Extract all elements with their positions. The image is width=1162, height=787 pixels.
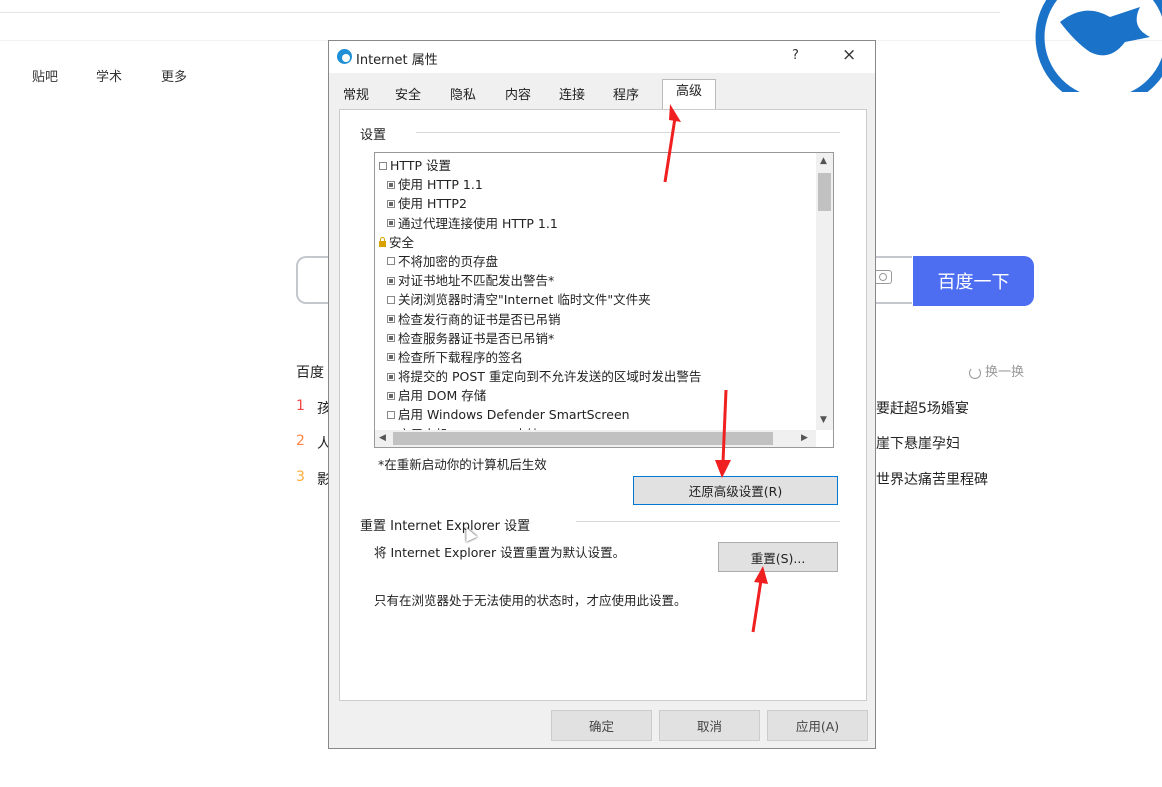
settings-item-label: 关闭浏览器时清空"Internet 临时文件"文件夹 xyxy=(398,292,651,308)
settings-item[interactable]: HTTP 设置 xyxy=(379,156,701,175)
dialog-title: Internet 属性 xyxy=(356,53,438,68)
settings-items: HTTP 设置使用 HTTP 1.1 使用 HTTP2 通过代理连接使用 HTTP … xyxy=(379,156,701,444)
scroll-right-icon[interactable]: ▶ xyxy=(801,433,808,443)
settings-item-label: 检查服务器证书是否已吊销* xyxy=(398,330,555,346)
settings-item[interactable]: 通过代理连接使用 HTTP 1.1 xyxy=(379,214,701,233)
settings-item-label: 不将加密的页存盘 xyxy=(398,253,499,269)
lock-icon xyxy=(379,237,386,248)
settings-item[interactable]: 关闭浏览器时清空"Internet 临时文件"文件夹 xyxy=(379,290,701,309)
settings-item-label: 检查发行商的证书是否已吊销 xyxy=(398,311,561,327)
settings-item[interactable]: 检查发行商的证书是否已吊销 xyxy=(379,310,701,329)
nav-link-tieba[interactable]: 贴吧 xyxy=(32,66,58,85)
checkbox[interactable] xyxy=(387,391,395,400)
settings-item[interactable]: 使用 HTTP2 xyxy=(379,194,701,213)
settings-tree[interactable]: HTTP 设置使用 HTTP 1.1 使用 HTTP2 通过代理连接使用 HTTP … xyxy=(374,152,834,448)
scroll-up-icon[interactable]: ▲ xyxy=(820,156,827,166)
apply-button[interactable]: 应用(A) xyxy=(767,710,868,741)
settings-item[interactable]: 启用 Windows Defender SmartScreen xyxy=(379,405,701,424)
checkbox[interactable] xyxy=(387,372,395,381)
horizontal-scrollbar[interactable]: ◀ ▶ xyxy=(375,430,816,447)
hot-list-title: 百度 xyxy=(296,365,324,381)
settings-item-label: 使用 HTTP 1.1 xyxy=(398,177,483,193)
settings-item[interactable]: 检查服务器证书是否已吊销* xyxy=(379,329,701,348)
logo-icon xyxy=(1035,0,1162,92)
tab-general[interactable]: 常规 xyxy=(339,83,373,109)
group-box-icon xyxy=(379,161,387,170)
restore-advanced-button[interactable]: 还原高级设置(R) xyxy=(633,476,838,505)
help-button[interactable]: ? xyxy=(792,48,799,63)
nav-link-more[interactable]: 更多 xyxy=(161,66,187,85)
settings-item-label: 使用 HTTP2 xyxy=(398,196,467,212)
scroll-down-icon[interactable]: ▼ xyxy=(820,415,827,425)
checkbox[interactable] xyxy=(387,334,395,343)
settings-item[interactable]: 使用 HTTP 1.1 xyxy=(379,175,701,194)
settings-item-label: 通过代理连接使用 HTTP 1.1 xyxy=(398,215,558,231)
tab-advanced[interactable]: 高级 xyxy=(662,79,716,110)
nav-link-xueshu[interactable]: 学术 xyxy=(96,66,122,85)
settings-item-label: 将提交的 POST 重定向到不允许发送的区域时发出警告 xyxy=(398,369,702,385)
hot-item-num: 2 xyxy=(296,433,305,449)
settings-group-line xyxy=(416,132,840,133)
settings-item-label: 检查所下载程序的签名 xyxy=(398,349,524,365)
reset-warning: 只有在浏览器处于无法使用的状态时，才应使用此设置。 xyxy=(374,593,687,608)
checkbox[interactable] xyxy=(387,353,395,362)
refresh-link[interactable]: 换一换 xyxy=(969,361,1024,380)
checkbox[interactable] xyxy=(387,315,395,323)
checkbox[interactable] xyxy=(387,199,395,208)
vertical-scrollbar[interactable]: ▲ ▼ xyxy=(816,153,833,430)
tab-privacy[interactable]: 隐私 xyxy=(446,83,480,109)
close-button[interactable]: × xyxy=(842,45,856,65)
tab-programs[interactable]: 程序 xyxy=(609,83,643,109)
tab-security[interactable]: 安全 xyxy=(391,83,425,109)
settings-item[interactable]: 启用 DOM 存储 xyxy=(379,386,701,405)
settings-item[interactable]: 安全 xyxy=(379,233,701,252)
dialog-titlebar[interactable]: Internet 属性 ? × xyxy=(329,41,875,73)
hot-item-num: 3 xyxy=(296,469,305,485)
hot-item-end[interactable]: 世界达痛苦里程碑 xyxy=(876,469,988,489)
horizontal-scroll-thumb[interactable] xyxy=(393,432,773,445)
advanced-panel: 设置 HTTP 设置使用 HTTP 1.1 使用 HTTP2 通过代理连接使用 HT… xyxy=(339,109,867,701)
reset-button[interactable]: 重置(S)... xyxy=(718,542,838,572)
settings-item-label: 安全 xyxy=(389,234,415,250)
checkbox[interactable] xyxy=(387,410,395,419)
reset-group-label: 重置 Internet Explorer 设置 xyxy=(360,515,535,534)
settings-item[interactable]: 检查所下载程序的签名 xyxy=(379,348,701,367)
cancel-button[interactable]: 取消 xyxy=(659,710,760,741)
settings-item[interactable]: 对证书地址不匹配发出警告* xyxy=(379,271,701,290)
reset-description: 将 Internet Explorer 设置重置为默认设置。 xyxy=(374,545,626,560)
tab-connections[interactable]: 连接 xyxy=(555,83,589,109)
ie-icon xyxy=(337,49,352,64)
settings-item-label: 启用 DOM 存储 xyxy=(398,388,487,404)
ok-button[interactable]: 确定 xyxy=(551,710,652,741)
settings-item-label: 启用 Windows Defender SmartScreen xyxy=(398,407,630,423)
refresh-icon xyxy=(969,366,981,379)
settings-group-label: 设置 xyxy=(360,124,391,143)
scroll-left-icon[interactable]: ◀ xyxy=(379,433,386,443)
checkbox[interactable] xyxy=(387,180,395,189)
settings-item-label: HTTP 设置 xyxy=(390,158,451,173)
settings-item[interactable]: 将提交的 POST 重定向到不允许发送的区域时发出警告 xyxy=(379,367,701,386)
restart-note: *在重新启动你的计算机后生效 xyxy=(378,457,547,472)
checkbox[interactable] xyxy=(387,295,395,304)
tab-content[interactable]: 内容 xyxy=(501,83,535,109)
search-button[interactable]: 百度一下 xyxy=(913,256,1034,306)
camera-icon[interactable] xyxy=(874,270,892,284)
vertical-scroll-thumb[interactable] xyxy=(818,173,831,211)
hot-item-end[interactable]: 要赶超5场婚宴 xyxy=(876,398,969,418)
checkbox[interactable] xyxy=(387,276,395,285)
hot-item-num: 1 xyxy=(296,398,305,414)
reset-group-line xyxy=(576,521,840,522)
top-border xyxy=(0,0,1000,13)
hot-item-end[interactable]: 崖下悬崖孕妇 xyxy=(876,433,960,453)
refresh-label: 换一换 xyxy=(985,365,1025,380)
checkbox[interactable] xyxy=(387,257,395,266)
checkbox[interactable] xyxy=(387,219,395,228)
internet-properties-dialog: Internet 属性 ? × 常规 安全 隐私 内容 连接 程序 高级 设置 … xyxy=(328,40,876,749)
settings-item-label: 对证书地址不匹配发出警告* xyxy=(398,273,555,289)
settings-item[interactable]: 不将加密的页存盘 xyxy=(379,252,701,271)
